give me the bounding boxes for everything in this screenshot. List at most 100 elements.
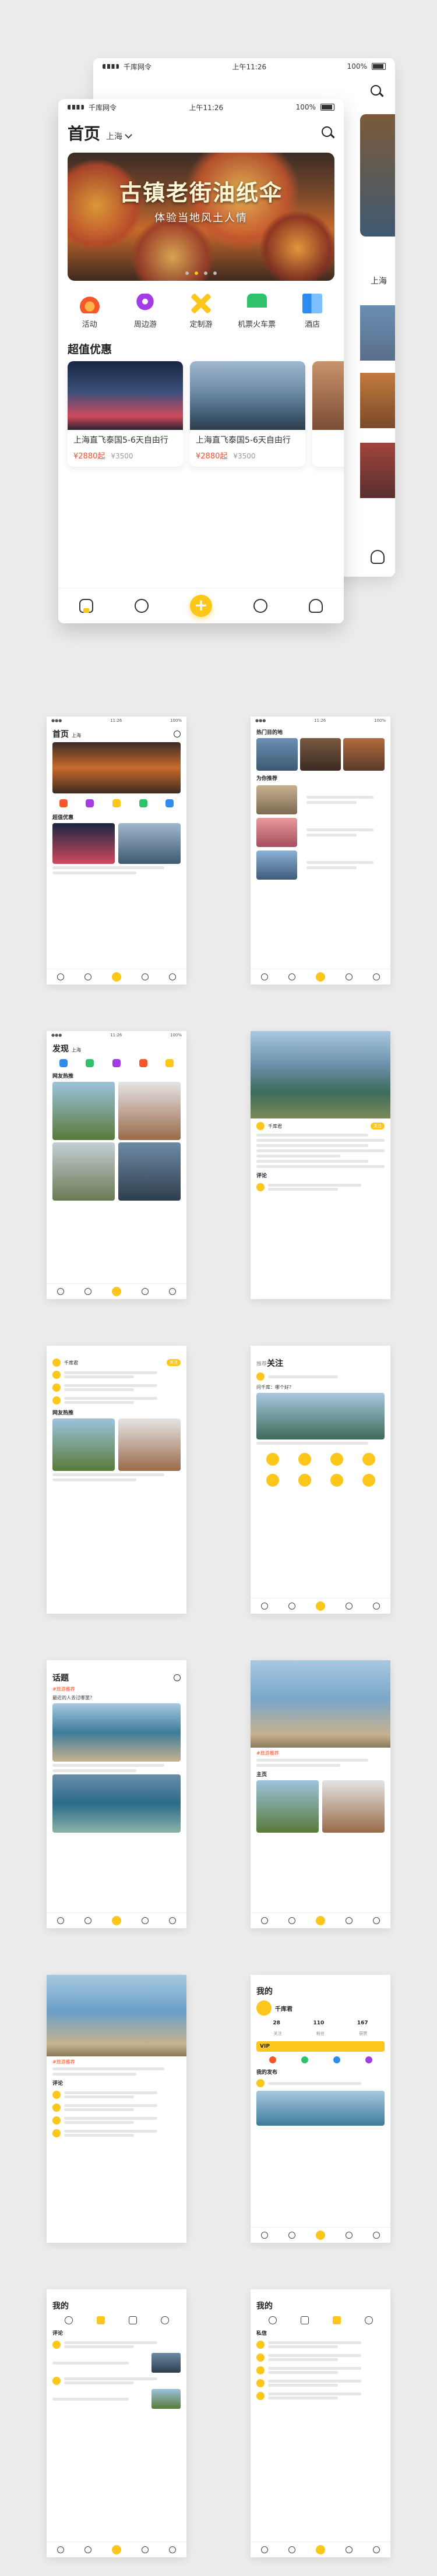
- avatar[interactable]: [298, 1474, 311, 1487]
- profile-tab-icon[interactable]: [373, 1917, 380, 1924]
- add-button[interactable]: +: [189, 595, 212, 617]
- menu-icon[interactable]: [269, 2056, 276, 2063]
- post-image[interactable]: [52, 1142, 115, 1201]
- avatar[interactable]: [362, 1474, 375, 1487]
- avatar[interactable]: [256, 2000, 272, 2016]
- message-tab-icon[interactable]: [142, 1288, 149, 1295]
- comment-icon[interactable]: [96, 2316, 105, 2324]
- add-button[interactable]: [315, 1916, 325, 1925]
- discover-tab-icon[interactable]: [134, 599, 149, 613]
- home-tab-icon[interactable]: [57, 1917, 64, 1924]
- menu-icon[interactable]: [301, 2056, 308, 2063]
- avatar[interactable]: [52, 2377, 61, 2385]
- deal-image[interactable]: [118, 823, 181, 864]
- topic-tag[interactable]: #旅游推荐: [52, 2059, 75, 2065]
- discover-tab-icon[interactable]: [288, 2546, 295, 2553]
- city-label[interactable]: 上海: [72, 733, 81, 738]
- mail-icon[interactable]: [332, 2316, 341, 2324]
- recommend-image[interactable]: [256, 818, 297, 847]
- avatar[interactable]: [52, 1371, 61, 1379]
- post-image[interactable]: [52, 1418, 115, 1471]
- post-image[interactable]: [322, 1780, 385, 1833]
- city-label[interactable]: 上海: [72, 1047, 81, 1053]
- avatar[interactable]: [52, 2104, 61, 2112]
- discover-tab-icon[interactable]: [288, 2232, 295, 2239]
- message-tab-icon[interactable]: [346, 1603, 353, 1610]
- message-tab-icon[interactable]: [346, 2546, 353, 2553]
- deal-card[interactable]: 上海直飞泰国5-6天自由行 ¥2880起 ¥3500: [68, 361, 183, 467]
- notification-icon[interactable]: [268, 2316, 277, 2324]
- discover-tab-icon[interactable]: [288, 973, 295, 980]
- profile-tab-icon[interactable]: [169, 2546, 177, 2553]
- destination-image[interactable]: [256, 738, 298, 771]
- home-tab-icon[interactable]: [57, 2546, 64, 2553]
- profile-tab-icon[interactable]: [373, 2546, 380, 2553]
- message-tab-icon[interactable]: [346, 2232, 353, 2239]
- avatar[interactable]: [256, 2366, 265, 2374]
- home-tab-icon[interactable]: [57, 973, 64, 980]
- destination-image[interactable]: [343, 738, 385, 771]
- profile-tab-icon[interactable]: [373, 973, 380, 980]
- profile-tab-icon[interactable]: [309, 599, 323, 613]
- search-icon[interactable]: [322, 126, 334, 139]
- discover-tab-icon[interactable]: [84, 973, 91, 980]
- home-tab-icon[interactable]: [260, 1603, 268, 1610]
- follow-button[interactable]: 关注: [167, 1359, 181, 1366]
- post-image[interactable]: [256, 1780, 319, 1833]
- building-icon[interactable]: [165, 799, 174, 807]
- search-icon[interactable]: [371, 85, 383, 98]
- avatar[interactable]: [256, 1372, 265, 1381]
- add-button[interactable]: [111, 2545, 121, 2554]
- discover-tab-icon[interactable]: [84, 1917, 91, 1924]
- pagination-dot[interactable]: [204, 271, 207, 275]
- category-custom[interactable]: 定制游: [179, 294, 223, 329]
- deal-image[interactable]: [52, 823, 115, 864]
- likes-count[interactable]: 167: [357, 2020, 368, 2026]
- avatar[interactable]: [256, 2379, 265, 2387]
- destination-image[interactable]: [299, 738, 341, 771]
- post-thumbnail[interactable]: [151, 2353, 181, 2373]
- profile-tab-icon[interactable]: [169, 1288, 177, 1295]
- pencil-ruler-icon[interactable]: [112, 799, 121, 807]
- support-icon[interactable]: [364, 2316, 373, 2324]
- message-tab-icon[interactable]: [142, 973, 149, 980]
- post-image[interactable]: [256, 1393, 385, 1439]
- avatar[interactable]: [52, 2129, 61, 2137]
- deal-card[interactable]: [312, 361, 344, 467]
- message-tab-icon[interactable]: [142, 1917, 149, 1924]
- follow-button[interactable]: 关注: [371, 1123, 385, 1130]
- pagination-dot-active[interactable]: [195, 271, 198, 275]
- post-image[interactable]: [118, 1418, 181, 1471]
- vip-banner[interactable]: VIP: [256, 2041, 385, 2052]
- avatar[interactable]: [362, 1453, 375, 1466]
- category-icon[interactable]: [139, 1059, 147, 1067]
- avatar[interactable]: [256, 2079, 265, 2087]
- discover-tab-icon[interactable]: [84, 2546, 91, 2553]
- recommend-image[interactable]: [256, 851, 297, 880]
- post-image[interactable]: [52, 1082, 115, 1140]
- avatar[interactable]: [52, 1384, 61, 1392]
- category-icon[interactable]: [112, 1059, 121, 1067]
- pagination-dot[interactable]: [213, 271, 217, 275]
- menu-icon[interactable]: [333, 2056, 340, 2063]
- avatar[interactable]: [52, 1396, 61, 1405]
- category-hotel[interactable]: 酒店: [290, 294, 334, 329]
- avatar[interactable]: [256, 2353, 265, 2362]
- message-tab-icon[interactable]: [253, 599, 268, 613]
- add-button[interactable]: [315, 2231, 325, 2240]
- home-tab-icon[interactable]: [260, 2232, 268, 2239]
- train-icon[interactable]: [139, 799, 147, 807]
- add-button[interactable]: [315, 972, 325, 982]
- user-name[interactable]: 千库君: [64, 1360, 78, 1366]
- avatar[interactable]: [52, 1358, 61, 1367]
- topic-tag[interactable]: #旅游推荐: [256, 1751, 279, 1756]
- avatar[interactable]: [256, 1183, 265, 1191]
- add-button[interactable]: [111, 1287, 121, 1296]
- promo-banner[interactable]: 古镇老街油纸伞 体验当地风土人情: [68, 153, 334, 281]
- avatar[interactable]: [330, 1453, 343, 1466]
- banner-image[interactable]: [52, 742, 181, 793]
- location-pin-icon[interactable]: [86, 799, 94, 807]
- topic-tag[interactable]: #旅游推荐: [52, 1686, 75, 1692]
- category-icon[interactable]: [165, 1059, 174, 1067]
- deal-card[interactable]: 上海直飞泰国5-6天自由行 ¥2880起 ¥3500: [190, 361, 305, 467]
